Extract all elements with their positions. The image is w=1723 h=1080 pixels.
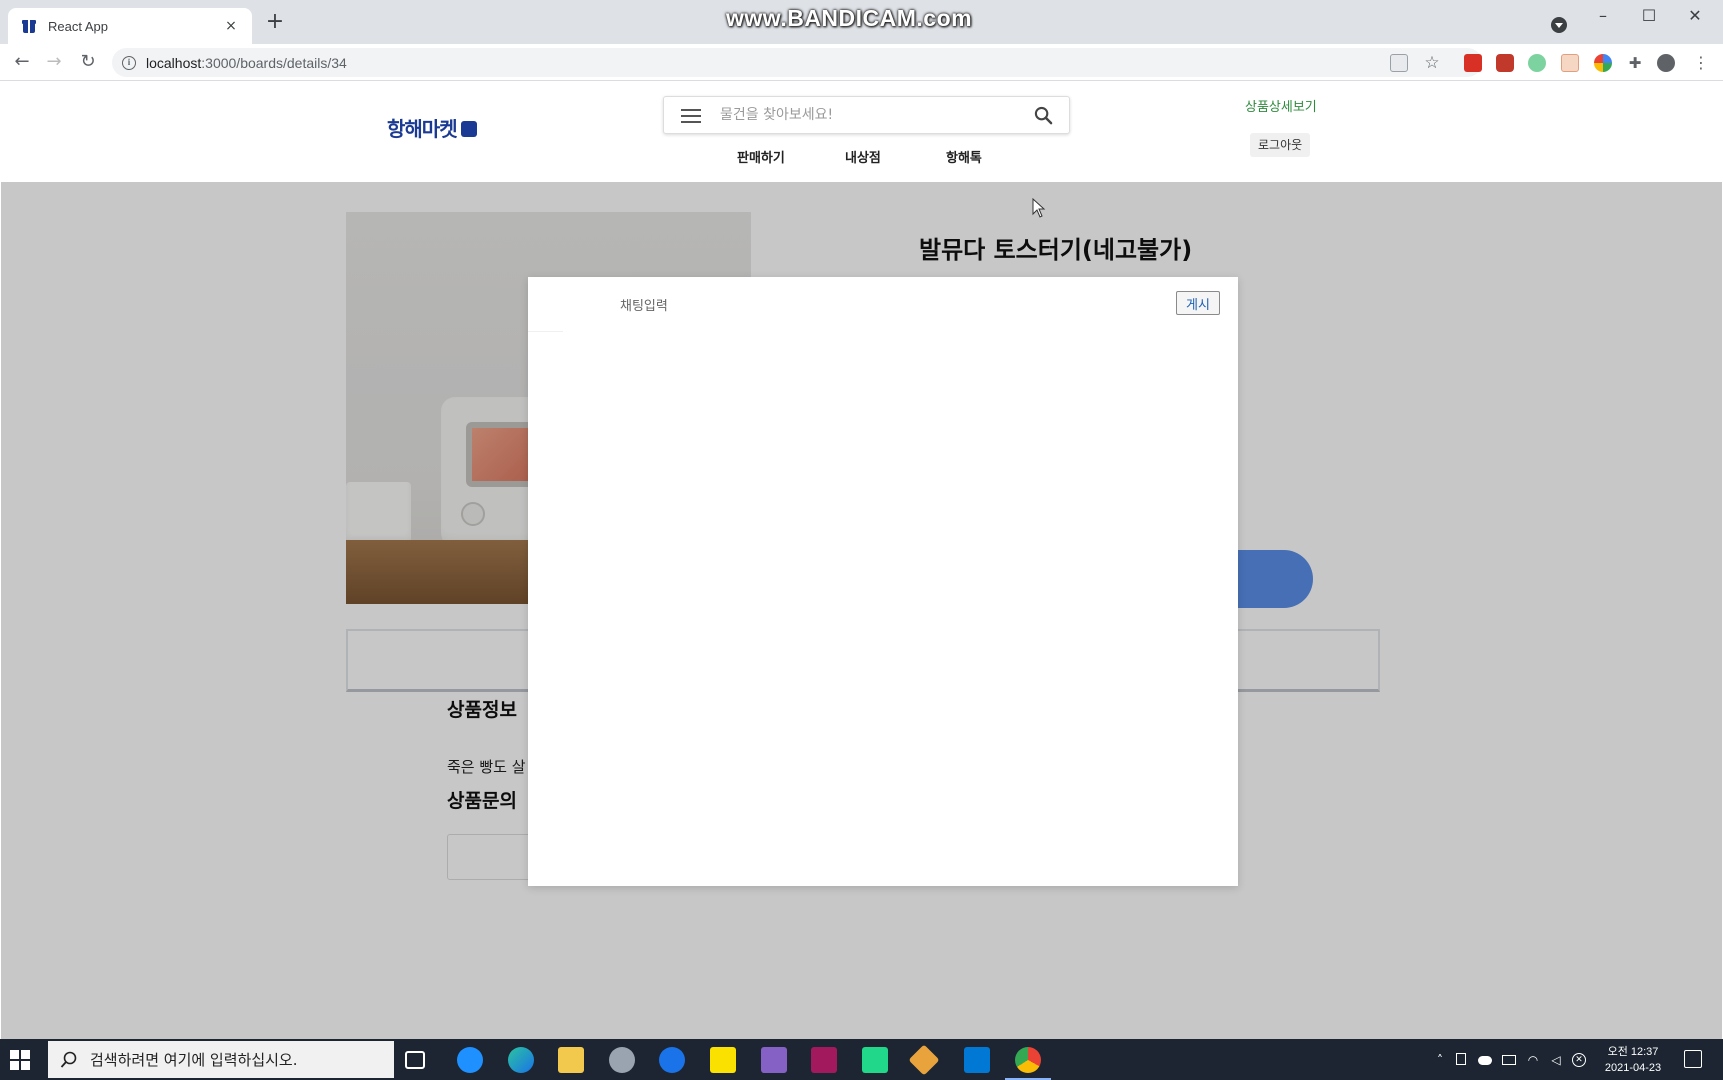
site-header: 항해마켓 판매하기 내상점 항해톡 상품상세보기 로그아웃 (1, 81, 1722, 182)
logout-button[interactable]: 로그아웃 (1250, 133, 1311, 157)
bandicam-watermark: www.BANDICAM.com (726, 5, 973, 31)
nav-sell[interactable]: 판매하기 (737, 147, 785, 166)
wifi-icon[interactable]: ◠ (1526, 1053, 1540, 1067)
address-bar[interactable]: i localhost:3000/boards/details/34 (112, 48, 1482, 77)
edge-icon[interactable] (508, 1047, 534, 1073)
new-tab-button[interactable]: + (264, 11, 286, 34)
forward-arrow-icon[interactable]: → (42, 50, 66, 74)
react-app-favicon-icon (22, 20, 36, 33)
browser-menu-icon[interactable]: ⋮ (1692, 54, 1710, 72)
onedrive-icon[interactable] (1478, 1056, 1492, 1065)
taskbar-search-text: 검색하려면 여기에 입력하십시오. (90, 1051, 298, 1069)
extension-green-icon[interactable] (1528, 54, 1546, 72)
tray-expand-icon[interactable]: ˄ (1433, 1053, 1447, 1067)
internet-explorer-icon[interactable] (457, 1047, 483, 1073)
file-explorer-icon[interactable] (558, 1047, 584, 1073)
search-box (663, 96, 1070, 134)
search-input[interactable] (720, 103, 1020, 127)
extension-red-icon[interactable] (1496, 54, 1514, 72)
nav-my-store[interactable]: 내상점 (845, 147, 881, 166)
notification-center-icon[interactable] (1684, 1050, 1702, 1068)
profile-avatar[interactable] (1657, 54, 1675, 72)
chat-input-label[interactable]: 채팅입력 (620, 295, 668, 314)
tab-title: React App (48, 18, 108, 34)
search-icon[interactable] (1034, 106, 1053, 125)
tab-search-dropdown-icon[interactable] (1551, 17, 1567, 33)
pdf-extension-icon[interactable] (1464, 54, 1482, 72)
url-path: :3000/boards/details/34 (201, 54, 347, 71)
modal-divider (528, 331, 563, 332)
extension-calendar-icon[interactable] (1561, 54, 1579, 72)
reload-icon[interactable]: ↻ (76, 50, 100, 74)
gift-logo-icon (460, 121, 477, 137)
extensions-puzzle-icon[interactable]: ✚ (1626, 54, 1644, 72)
windows-start-icon[interactable] (10, 1050, 30, 1070)
tab-close-icon[interactable]: × (222, 18, 240, 34)
chat-modal: 채팅입력 게시 (528, 277, 1238, 886)
web-page: 항해마켓 판매하기 내상점 항해톡 상품상세보기 로그아웃 발뮤다 토스터기(네… (1, 81, 1722, 1039)
mouse-cursor-icon (1032, 198, 1046, 218)
product-detail-link[interactable]: 상품상세보기 (1245, 96, 1317, 115)
clock-date: 2021-04-23 (1604, 1062, 1662, 1074)
kakaotalk-icon[interactable] (710, 1047, 736, 1073)
logo-text: 항해마켓 (387, 117, 458, 141)
window-minimize-button[interactable]: – (1580, 6, 1626, 25)
taskbar-search-icon (60, 1051, 77, 1068)
app-gray-icon[interactable] (609, 1047, 635, 1073)
url-text: localhost:3000/boards/details/34 (146, 55, 347, 71)
task-view-icon[interactable] (405, 1051, 425, 1069)
back-arrow-icon[interactable]: ← (10, 50, 34, 74)
pycharm-icon[interactable] (862, 1047, 888, 1073)
extension-multicolor-icon[interactable] (1594, 54, 1612, 72)
hamburger-menu-icon[interactable] (681, 109, 701, 123)
volume-icon[interactable]: ◁ (1549, 1053, 1563, 1067)
clock-time: 오전 12:37 (1607, 1046, 1659, 1058)
visual-studio-icon[interactable] (761, 1047, 787, 1073)
nav-chat[interactable]: 항해톡 (946, 147, 982, 166)
tray-device-icon[interactable] (1456, 1053, 1466, 1065)
window-maximize-button[interactable]: ☐ (1626, 6, 1672, 25)
browser-tab-react-app[interactable]: React App × (8, 8, 252, 44)
windows-taskbar: 검색하려면 여기에 입력하십시오. ˄ ◠ ◁ ✕ 오전 12:37 2021-… (0, 1039, 1723, 1080)
post-button[interactable]: 게시 (1176, 291, 1220, 315)
window-close-button[interactable]: ✕ (1672, 6, 1718, 25)
chrome-icon[interactable] (1005, 1047, 1051, 1080)
translate-icon[interactable] (1390, 54, 1408, 72)
taskbar-search-box[interactable]: 검색하려면 여기에 입력하십시오. (48, 1041, 394, 1078)
site-logo[interactable]: 항해마켓 (387, 113, 477, 142)
site-info-icon[interactable]: i (122, 55, 136, 70)
browser-toolbar: ← → ↻ i localhost:3000/boards/details/34… (0, 44, 1723, 81)
intellij-icon[interactable] (811, 1047, 837, 1073)
sourcetree-icon[interactable] (908, 1044, 940, 1076)
ime-icon[interactable]: ✕ (1572, 1053, 1586, 1067)
taskbar-clock[interactable]: 오전 12:37 2021-04-23 (1598, 1044, 1668, 1076)
bookmark-star-icon[interactable]: ☆ (1423, 54, 1441, 72)
browser-tab-strip: React App × + www.BANDICAM.com – ☐ ✕ (0, 0, 1723, 44)
vscode-icon[interactable] (964, 1047, 990, 1073)
url-host: localhost (146, 54, 202, 71)
teamviewer-icon[interactable] (659, 1047, 685, 1073)
battery-icon[interactable] (1502, 1055, 1516, 1065)
